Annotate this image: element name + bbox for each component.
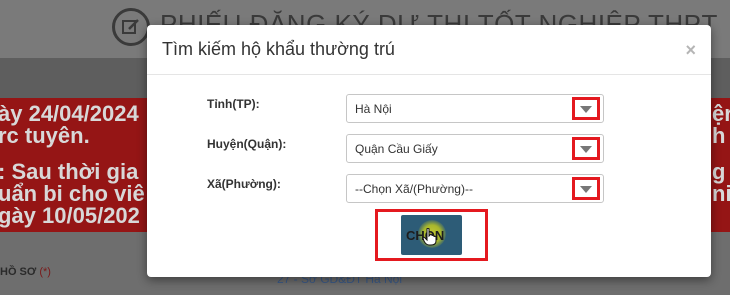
dropdown-arrow-icon[interactable] bbox=[572, 137, 600, 160]
form-label: HỒ SƠ (*) bbox=[0, 266, 51, 278]
district-label: Huyện(Quận): bbox=[207, 137, 287, 151]
address-search-modal: Tìm kiếm hộ khẩu thường trú × Tỉnh(TP): … bbox=[147, 25, 711, 277]
form-label-text: HỒ SƠ bbox=[0, 266, 37, 278]
required-mark: (*) bbox=[39, 266, 51, 278]
district-select-value: Quận Cầu Giấy bbox=[355, 142, 438, 156]
edit-icon bbox=[112, 8, 150, 46]
dropdown-arrow-icon[interactable] bbox=[572, 177, 600, 200]
province-select-value: Hà Nội bbox=[355, 102, 392, 116]
dropdown-arrow-icon[interactable] bbox=[572, 97, 600, 120]
district-select[interactable]: Quận Cầu Giấy bbox=[346, 134, 604, 163]
ward-select-value: --Chọn Xã/(Phường)-- bbox=[355, 182, 473, 196]
province-label: Tỉnh(TP): bbox=[207, 97, 260, 111]
notice-fragment: ni bbox=[712, 181, 730, 206]
modal-title: Tìm kiếm hộ khẩu thường trú bbox=[162, 39, 395, 59]
submit-highlight: CHỌN bbox=[375, 209, 488, 261]
notice-fragment: h bbox=[712, 123, 726, 148]
choose-button[interactable]: CHỌN bbox=[401, 215, 462, 255]
notice-line: rc tuyên. bbox=[0, 123, 90, 148]
province-select[interactable]: Hà Nội bbox=[346, 94, 604, 123]
hand-pointer-icon bbox=[423, 228, 437, 246]
modal-header: Tìm kiếm hộ khẩu thường trú × bbox=[147, 25, 711, 75]
ward-select[interactable]: --Chọn Xã/(Phường)-- bbox=[346, 174, 604, 203]
close-icon[interactable]: × bbox=[685, 41, 696, 59]
ward-label: Xã(Phường): bbox=[207, 177, 281, 191]
notice-line: gày 10/05/202 bbox=[0, 203, 140, 228]
